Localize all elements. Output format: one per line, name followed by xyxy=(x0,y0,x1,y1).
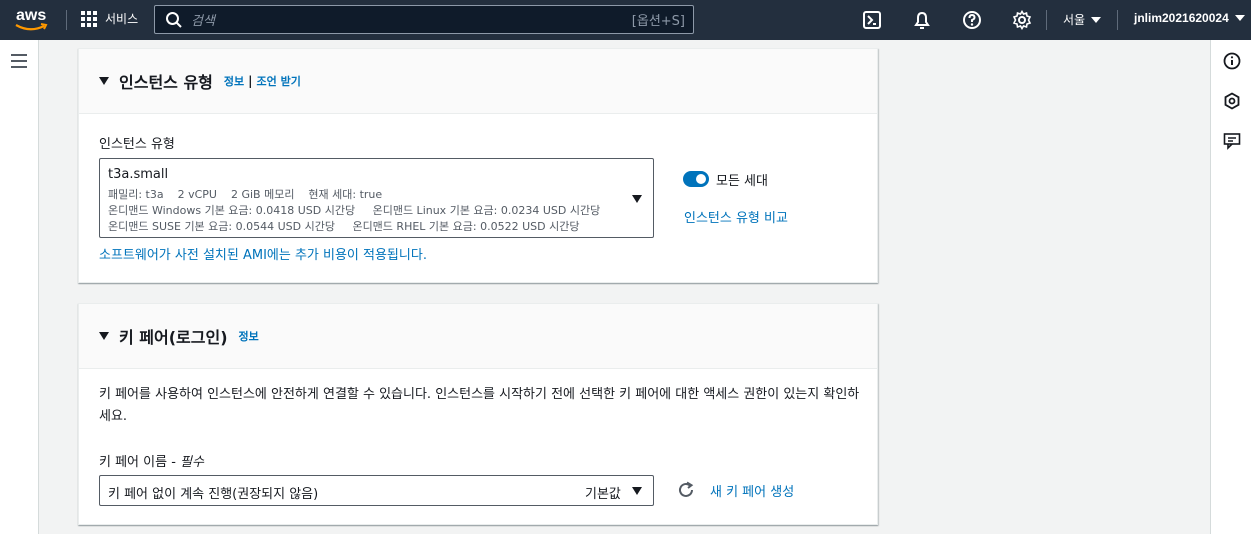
collapse-triangle-icon[interactable] xyxy=(99,77,109,85)
panel-title: 키 페어(로그인) xyxy=(119,328,228,347)
key-pair-panel: 키 페어(로그인) 정보 키 페어를 사용하여 인스턴스에 안전하게 연결할 수… xyxy=(78,303,878,525)
link-separator: | xyxy=(248,74,253,88)
instance-family-details: 패밀리: t3a 2 vCPU 2 GiB 메모리 현재 세대: true xyxy=(108,188,383,201)
instance-type-select[interactable]: t3a.small 패밀리: t3a 2 vCPU 2 GiB 메모리 현재 세… xyxy=(99,158,654,238)
chevron-down-icon xyxy=(632,195,642,203)
services-label: 서비스 xyxy=(105,12,139,26)
help-icon[interactable] xyxy=(962,10,982,30)
instance-type-field-label: 인스턴스 유형 xyxy=(99,137,175,152)
instance-pricing-windows-linux: 온디맨드 Windows 기본 요금: 0.0418 USD 시간당 온디맨드 … xyxy=(108,204,601,217)
key-pair-description: 키 페어를 사용하여 인스턴스에 안전하게 연결할 수 있습니다. 인스턴스를 … xyxy=(99,387,860,424)
account-menu[interactable]: jnlim2021620024 xyxy=(1134,11,1245,25)
services-grid-icon xyxy=(81,10,97,27)
selected-key-pair: 키 페어 없이 계속 진행(권장되지 않음) xyxy=(108,487,319,502)
get-advice-link[interactable]: 조언 받기 xyxy=(257,73,301,89)
chevron-down-icon xyxy=(1091,16,1102,23)
cloudshell-icon[interactable] xyxy=(862,10,882,30)
hexagon-settings-icon[interactable] xyxy=(1223,92,1241,110)
nav-divider xyxy=(1117,10,1118,30)
key-pair-name-label: 키 페어 이름 - 필수 xyxy=(99,451,204,470)
info-link[interactable]: 정보 xyxy=(239,328,259,344)
menu-hamburger-icon[interactable] xyxy=(11,54,27,68)
all-generations-label: 모든 세대 xyxy=(716,174,768,189)
required-text: 필수 xyxy=(180,455,204,470)
region-selector[interactable]: 서울 xyxy=(1063,11,1102,28)
chevron-down-icon xyxy=(1234,15,1245,21)
account-name: jnlim2021620024 xyxy=(1134,11,1229,25)
key-pair-select[interactable]: 키 페어 없이 계속 진행(권장되지 않음) 기본값 xyxy=(99,475,654,506)
search-placeholder: 검색 xyxy=(191,14,215,29)
search-shortcut: [옵션+S] xyxy=(631,14,685,29)
info-link[interactable]: 정보 xyxy=(224,73,244,89)
chevron-down-icon xyxy=(632,487,642,495)
services-menu-button[interactable]: 서비스 xyxy=(81,10,138,27)
ami-cost-note-link[interactable]: 소프트웨어가 사전 설치된 AMI에는 추가 비용이 적용됩니다. xyxy=(99,244,427,263)
aws-logo[interactable]: aws xyxy=(14,6,50,34)
region-label: 서울 xyxy=(1063,13,1086,27)
notifications-bell-icon[interactable] xyxy=(912,10,932,30)
selected-instance-type: t3a.small xyxy=(108,167,169,182)
top-navigation: aws 서비스 검색 [옵션+S] 서울 jnlim2021620024 xyxy=(0,0,1251,40)
default-badge: 기본값 xyxy=(585,487,621,502)
info-circle-icon[interactable] xyxy=(1223,52,1241,70)
search-input[interactable]: 검색 [옵션+S] xyxy=(154,5,694,34)
compare-instance-types-link[interactable]: 인스턴스 유형 비교 xyxy=(684,207,788,226)
panel-title: 인스턴스 유형 xyxy=(119,73,213,92)
right-side-rail xyxy=(1210,40,1251,534)
refresh-icon[interactable] xyxy=(677,481,695,499)
key-pair-panel-header: 키 페어(로그인) 정보 xyxy=(79,304,877,369)
instance-type-panel: 인스턴스 유형 정보 | 조언 받기 인스턴스 유형 t3a.small 패밀리… xyxy=(78,48,878,283)
nav-divider xyxy=(1046,10,1047,30)
feedback-icon[interactable] xyxy=(1223,132,1241,150)
key-pair-name-label-text: 키 페어 이름 - xyxy=(99,455,181,470)
search-icon xyxy=(166,11,182,28)
left-side-rail xyxy=(0,40,39,534)
aws-smile-icon xyxy=(15,23,48,31)
instance-pricing-suse-rhel: 온디맨드 SUSE 기본 요금: 0.0544 USD 시간당 온디맨드 RHE… xyxy=(108,220,580,233)
collapse-triangle-icon[interactable] xyxy=(99,332,109,340)
nav-divider xyxy=(66,10,67,30)
settings-gear-icon[interactable] xyxy=(1012,10,1032,30)
instance-type-panel-header: 인스턴스 유형 정보 | 조언 받기 xyxy=(79,49,877,114)
create-key-pair-link[interactable]: 새 키 페어 생성 xyxy=(710,481,794,500)
all-generations-toggle[interactable] xyxy=(683,171,709,187)
